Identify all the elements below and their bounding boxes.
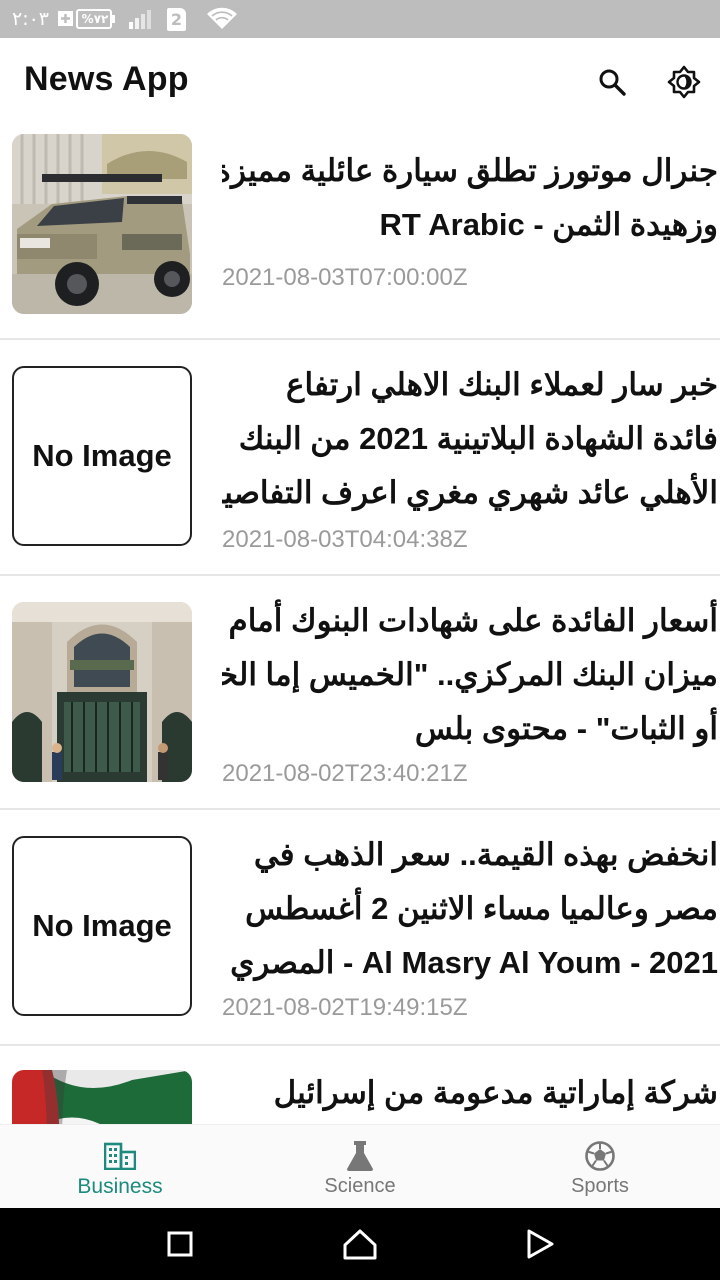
sim-icon: 2 [167, 0, 186, 38]
battery-percent: %٧٢ [81, 12, 109, 26]
system-navigation-bar [0, 1208, 720, 1280]
article-image[interactable] [12, 602, 192, 782]
article-title[interactable]: خبر سار لعملاء البنك الاهلي ارتفاع فائدة… [222, 358, 718, 520]
article-title-line: فائدة الشهادة البلاتينية 2021 من البنك [238, 421, 718, 456]
business-icon [100, 1139, 140, 1173]
tab-business[interactable]: Business [0, 1125, 240, 1209]
article-card[interactable]: جنرال موتورز تطلق سيارة عائلية مميزة وزه… [0, 122, 720, 340]
article-title-line: وزهيدة الثمن - RT Arabic [379, 207, 718, 242]
article-image[interactable] [12, 1070, 192, 1124]
article-card[interactable]: شركة إماراتية مدعومة من إسرائيل [0, 1046, 720, 1124]
article-card[interactable]: أسعار الفائدة على شهادات البنوك أمام ميز… [0, 576, 720, 810]
wifi-icon [206, 0, 238, 38]
article-list[interactable]: جنرال موتورز تطلق سيارة عائلية مميزة وزه… [0, 122, 720, 1124]
tab-sports[interactable]: Sports [480, 1125, 720, 1209]
no-image-placeholder[interactable]: No Image [12, 836, 192, 1016]
status-time-text: ٢:٠٣ [12, 8, 50, 30]
sim-number: 2 [170, 9, 183, 29]
article-date: 2021-08-02T19:49:15Z [222, 994, 468, 1021]
no-image-placeholder[interactable]: No Image [12, 366, 192, 546]
article-title-line: أسعار الفائدة على شهادات البنوك أمام [228, 603, 718, 638]
tab-label: Science [324, 1175, 396, 1197]
battery-level: %٧٢ [80, 0, 110, 38]
article-card[interactable]: No Image خبر سار لعملاء البنك الاهلي ارت… [0, 340, 720, 576]
recents-icon[interactable] [158, 1224, 202, 1264]
app-title: News App [24, 60, 189, 98]
status-bar: ٢:٠٣ %٧٢ 2 [0, 0, 720, 38]
article-title-line: انخفض بهذه القيمة.. سعر الذهب في [253, 837, 718, 872]
article-title-line: شركة إماراتية مدعومة من إسرائيل [273, 1075, 718, 1110]
back-icon[interactable] [518, 1224, 562, 1264]
bottom-navigation: Business Science Sports [0, 1124, 720, 1209]
tab-label: Sports [571, 1175, 629, 1197]
article-title-line: 2021 - Al Masry Al Youm - المصري [230, 945, 718, 980]
article-date: 2021-08-03T07:00:00Z [222, 264, 468, 291]
brightness-icon[interactable] [664, 62, 704, 102]
tab-science[interactable]: Science [240, 1125, 480, 1209]
tab-label: Business [77, 1175, 163, 1198]
article-title-line: ميزان البنك المركزي.. "الخميس إما الخفض [222, 657, 718, 692]
soccer-ball-icon [580, 1139, 620, 1173]
article-card[interactable]: No Image انخفض بهذه القيمة.. سعر الذهب ف… [0, 810, 720, 1046]
article-title[interactable]: أسعار الفائدة على شهادات البنوك أمام ميز… [222, 594, 718, 756]
article-title[interactable]: انخفض بهذه القيمة.. سعر الذهب في مصر وعا… [222, 828, 718, 990]
signal-icon [128, 0, 154, 38]
status-time: ٢:٠٣ [12, 0, 49, 38]
article-title-line: الأهلي عائد شهري مغري اعرف التفاصيل الآن [222, 475, 718, 510]
article-title-line: خبر سار لعملاء البنك الاهلي ارتفاع [286, 367, 718, 402]
article-title-line: جنرال موتورز تطلق سيارة عائلية مميزة [222, 153, 718, 188]
article-title[interactable]: جنرال موتورز تطلق سيارة عائلية مميزة وزه… [222, 144, 718, 252]
article-title-line: مصر وعالميا مساء الاثنين 2 أغسطس [245, 891, 718, 926]
home-icon[interactable] [338, 1224, 382, 1264]
article-date: 2021-08-02T23:40:21Z [222, 760, 468, 787]
search-icon[interactable] [592, 62, 632, 102]
article-image[interactable] [12, 134, 192, 314]
flask-icon [340, 1139, 380, 1173]
article-title[interactable]: شركة إماراتية مدعومة من إسرائيل [222, 1066, 718, 1120]
article-title-line: أو الثبات" - محتوى بلس [414, 711, 718, 746]
article-date: 2021-08-03T04:04:38Z [222, 526, 468, 553]
app-bar: News App [0, 38, 720, 122]
